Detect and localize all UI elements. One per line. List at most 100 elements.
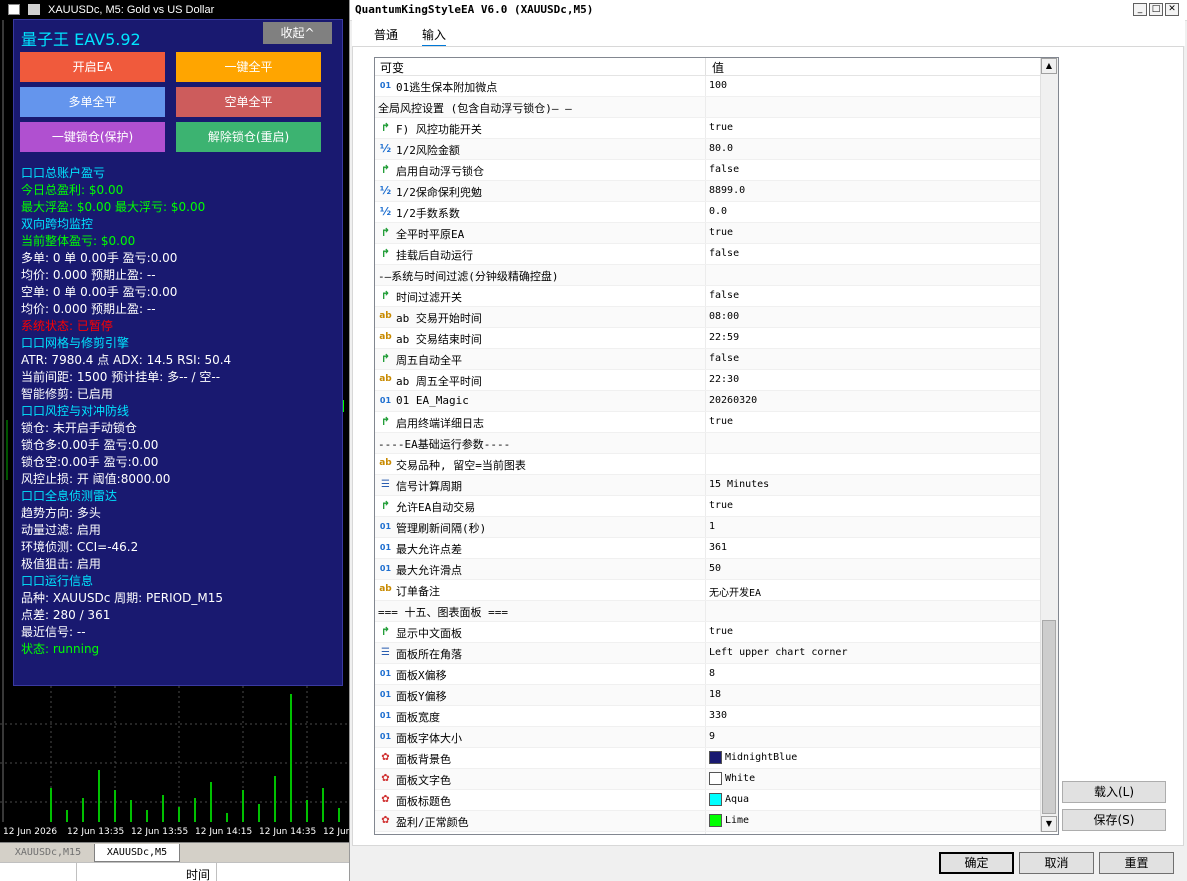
input-section-row[interactable]: ----EA基础运行参数----	[375, 433, 1040, 454]
value-cell[interactable]: 8	[707, 664, 1037, 684]
value-cell[interactable]: MidnightBlue	[707, 748, 1037, 768]
close-icon[interactable]: ✕	[1165, 3, 1179, 16]
scroll-down-icon[interactable]: ▼	[1041, 816, 1057, 832]
value-cell[interactable]: 18	[707, 685, 1037, 705]
input-row[interactable]: 01 最大允许滑点 50	[375, 559, 1040, 580]
input-row[interactable]: ☰ 面板所在角落 Left upper chart corner	[375, 643, 1040, 664]
input-row[interactable]: ↱ 启用自动浮亏锁仓 false	[375, 160, 1040, 181]
load-button[interactable]: 载入(L)	[1062, 781, 1166, 803]
input-row[interactable]: ½ 1/2手数系数 0.0	[375, 202, 1040, 223]
value-cell[interactable]: 361	[707, 538, 1037, 558]
input-section-row[interactable]: === 十五、图表面板 ===	[375, 601, 1040, 622]
value-cell[interactable]: false	[707, 286, 1037, 306]
value-cell[interactable]: 22:59	[707, 328, 1037, 348]
cancel-button[interactable]: 取消	[1019, 852, 1094, 874]
value-cell[interactable]: 9	[707, 727, 1037, 747]
scroll-thumb[interactable]	[1042, 620, 1056, 814]
input-row[interactable]: 01 面板字体大小 9	[375, 727, 1040, 748]
start-ea-button[interactable]: 开启EA	[20, 52, 165, 82]
value-cell[interactable]: Lime	[707, 811, 1037, 831]
input-row[interactable]: ↱ 显示中文面板 true	[375, 622, 1040, 643]
value-cell[interactable]: Left upper chart corner	[707, 643, 1037, 663]
value-cell[interactable]: 08:00	[707, 307, 1037, 327]
column-header-variable[interactable]: 可变	[380, 59, 404, 76]
input-section-row[interactable]: 全局风控设置 (包含自动浮亏锁仓)— —	[375, 97, 1040, 118]
input-row[interactable]: 01 面板Y偏移 18	[375, 685, 1040, 706]
maximize-icon[interactable]: □	[1149, 3, 1163, 16]
value-cell[interactable]	[707, 601, 1037, 621]
tab-inputs[interactable]: 输入	[422, 26, 447, 47]
value-cell[interactable]: true	[707, 412, 1037, 432]
input-row[interactable]: 01 面板X偏移 8	[375, 664, 1040, 685]
close-sells-button[interactable]: 空单全平	[176, 87, 321, 117]
input-row[interactable]: ✿ 面板标题色 Aqua	[375, 790, 1040, 811]
value-cell[interactable]: 22:30	[707, 370, 1037, 390]
value-cell[interactable]: 50	[707, 559, 1037, 579]
input-row[interactable]: ↱ 挂载后自动运行 false	[375, 244, 1040, 265]
value-cell[interactable]: false	[707, 160, 1037, 180]
input-row[interactable]: ✿ 盈利/正常颜色 Lime	[375, 811, 1040, 832]
input-row[interactable]: 01 01逃生保本附加微点 100	[375, 76, 1040, 97]
input-row[interactable]: ½ 1/2保命保利兜勉 8899.0	[375, 181, 1040, 202]
tab-xauusdc-m15[interactable]: XAUUSDc,M15	[8, 844, 88, 861]
ok-button[interactable]: 确定	[939, 852, 1014, 874]
value-cell[interactable]: 15 Minutes	[707, 475, 1037, 495]
value-cell[interactable]: 330	[707, 706, 1037, 726]
input-section-row[interactable]: -—系统与时间过滤(分钟级精确控盘)	[375, 265, 1040, 286]
value-cell[interactable]: Red	[707, 832, 1037, 834]
column-header-value[interactable]: 值	[712, 59, 724, 76]
close-all-button[interactable]: 一键全平	[176, 52, 321, 82]
input-row[interactable]: ↱ 周五自动全平 false	[375, 349, 1040, 370]
value-cell[interactable]: true	[707, 223, 1037, 243]
scroll-up-icon[interactable]: ▲	[1041, 58, 1057, 74]
value-cell[interactable]	[707, 454, 1037, 474]
value-cell[interactable]	[707, 265, 1037, 285]
value-cell[interactable]: true	[707, 622, 1037, 642]
value-cell[interactable]: 80.0	[707, 139, 1037, 159]
grid-scrollbar[interactable]: ▲ ▼	[1040, 58, 1058, 832]
value-cell[interactable]: 1	[707, 517, 1037, 537]
input-row[interactable]: ab ab 交易结束时间 22:59	[375, 328, 1040, 349]
value-cell[interactable]	[707, 433, 1037, 453]
value-cell[interactable]	[707, 97, 1037, 117]
input-row[interactable]: ½ 1/2风险金额 80.0	[375, 139, 1040, 160]
input-row[interactable]: ✿ 面板文字色 White	[375, 769, 1040, 790]
close-buys-button[interactable]: 多单全平	[20, 87, 165, 117]
input-row[interactable]: 01 01 EA_Magic 20260320	[375, 391, 1040, 412]
chart-window[interactable]: XAUUSDc, M5: Gold vs US Dollar 量子王 EAV5.…	[0, 0, 349, 881]
value-cell[interactable]: false	[707, 244, 1037, 264]
value-cell[interactable]: Aqua	[707, 790, 1037, 810]
input-row[interactable]: ↱ 全平时平原EA true	[375, 223, 1040, 244]
input-row[interactable]: ab ab 周五全平时间 22:30	[375, 370, 1040, 391]
value-cell[interactable]: true	[707, 118, 1037, 138]
value-cell[interactable]: 8899.0	[707, 181, 1037, 201]
input-row[interactable]: 01 管理刷新间隔(秒) 1	[375, 517, 1040, 538]
lock-positions-button[interactable]: 一键锁仓(保护)	[20, 122, 165, 152]
input-row[interactable]: 01 最大允许点差 361	[375, 538, 1040, 559]
input-row[interactable]: ✿ 面板背景色 MidnightBlue	[375, 748, 1040, 769]
value-cell[interactable]: true	[707, 496, 1037, 516]
value-cell[interactable]: White	[707, 769, 1037, 789]
minimize-icon[interactable]: _	[1133, 3, 1147, 16]
collapse-button[interactable]: 收起^	[263, 22, 332, 44]
input-row[interactable]: ab 订单备注 无心开发EA	[375, 580, 1040, 601]
value-cell[interactable]: 0.0	[707, 202, 1037, 222]
value-cell[interactable]: 100	[707, 76, 1037, 96]
input-row[interactable]: ↱ 时间过滤开关 false	[375, 286, 1040, 307]
value-cell[interactable]: 无心开发EA	[707, 580, 1037, 600]
unlock-positions-button[interactable]: 解除锁仓(重启)	[176, 122, 321, 152]
value-cell[interactable]: false	[707, 349, 1037, 369]
value-cell[interactable]: 20260320	[707, 391, 1037, 411]
reset-button[interactable]: 重置	[1099, 852, 1174, 874]
input-row[interactable]: ab 交易品种, 留空=当前图表	[375, 454, 1040, 475]
input-row[interactable]: 01 面板宽度 330	[375, 706, 1040, 727]
input-row[interactable]: ✿风险/警告颜色Red	[375, 832, 1040, 834]
input-row[interactable]: ☰ 信号计算周期 15 Minutes	[375, 475, 1040, 496]
tab-common[interactable]: 普通	[374, 26, 398, 43]
input-row[interactable]: ↱ 启用终端详细日志 true	[375, 412, 1040, 433]
input-row[interactable]: ab ab 交易开始时间 08:00	[375, 307, 1040, 328]
save-button[interactable]: 保存(S)	[1062, 809, 1166, 831]
tab-xauusdc-m5[interactable]: XAUUSDc,M5	[94, 844, 180, 862]
input-row[interactable]: ↱ F) 风控功能开关 true	[375, 118, 1040, 139]
input-row[interactable]: ↱ 允许EA自动交易 true	[375, 496, 1040, 517]
